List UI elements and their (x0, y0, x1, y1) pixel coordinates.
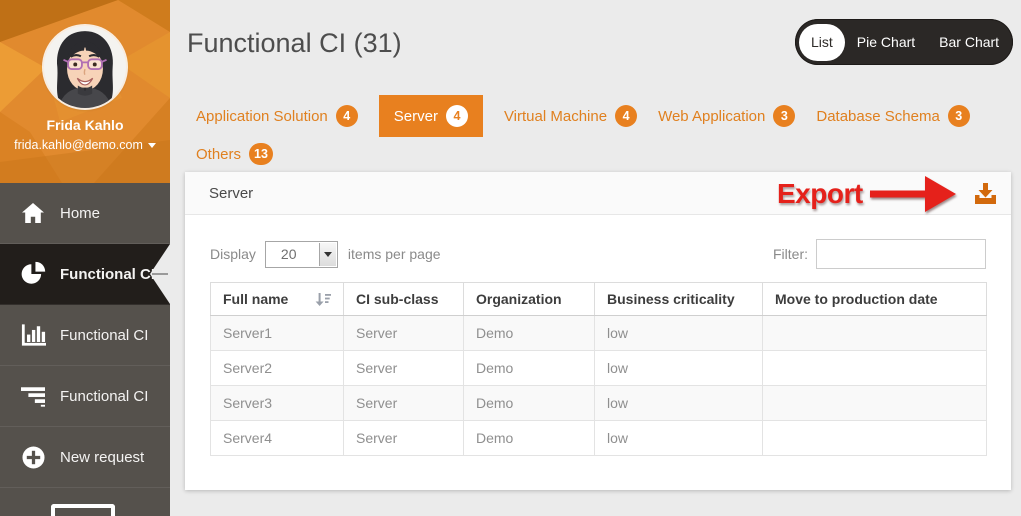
sidebar-menu: Home Functional CI (0, 183, 170, 488)
count-badge: 4 (336, 105, 358, 127)
plus-circle-icon (15, 446, 51, 469)
panel-title: Server (209, 185, 253, 202)
download-icon (975, 183, 996, 204)
count-badge: 4 (446, 105, 468, 127)
ci-sub-class-cell: Server (344, 421, 464, 456)
move-to-production-date-cell (763, 421, 987, 456)
red-arrow-icon (870, 174, 958, 214)
count-badge: 4 (615, 105, 637, 127)
move-to-production-date-cell (763, 351, 987, 386)
sidebar-item-functional-ci-list[interactable]: Functional CI (0, 244, 170, 305)
class-tabs: Application Solution 4 Server 4 Virtual … (196, 95, 1011, 169)
table-row: Server4 Server Demo low (211, 421, 987, 456)
tab-web-application[interactable]: Web Application 3 (658, 95, 795, 137)
server-table: Full name C (210, 282, 987, 456)
organization-link[interactable]: Demo (464, 421, 595, 456)
sidebar-item-label: Functional CI (60, 266, 155, 283)
move-to-production-date-cell (763, 386, 987, 421)
table-row: Server1 Server Demo low (211, 316, 987, 351)
filter-input[interactable] (816, 239, 986, 269)
user-name: Frida Kahlo (0, 117, 170, 133)
funnel-icon (15, 386, 51, 407)
sidebar-item-label: Home (60, 205, 100, 222)
organization-link[interactable]: Demo (464, 351, 595, 386)
column-header-business-criticality[interactable]: Business criticality (595, 283, 763, 316)
per-page-label: items per page (348, 246, 441, 262)
view-toggle-bar-chart[interactable]: Bar Chart (927, 24, 1011, 61)
ci-sub-class-cell: Server (344, 351, 464, 386)
sidebar-item-label: New request (60, 449, 144, 466)
sidebar-item-new-request[interactable]: New request (0, 427, 170, 488)
count-badge: 3 (948, 105, 970, 127)
column-header-organization[interactable]: Organization (464, 283, 595, 316)
sidebar-item-home[interactable]: Home (0, 183, 170, 244)
tab-database-schema[interactable]: Database Schema 3 (816, 95, 969, 137)
full-name-link[interactable]: Server2 (211, 351, 344, 386)
table-row: Server2 Server Demo low (211, 351, 987, 386)
full-name-link[interactable]: Server4 (211, 421, 344, 456)
table-row: Server3 Server Demo low (211, 386, 987, 421)
business-criticality-cell: low (595, 316, 763, 351)
table-controls: Display 20 items per page Filter: (210, 239, 986, 269)
full-name-link[interactable]: Server1 (211, 316, 344, 351)
tab-virtual-machine[interactable]: Virtual Machine 4 (504, 95, 637, 137)
organization-link[interactable]: Demo (464, 316, 595, 351)
user-panel: Frida Kahlo frida.kahlo@demo.com (0, 0, 170, 183)
panel-header: Server Export (185, 172, 1011, 215)
home-icon (15, 202, 51, 224)
table-header-row: Full name C (211, 283, 987, 316)
sidebar: Frida Kahlo frida.kahlo@demo.com Home Fu… (0, 0, 170, 516)
business-criticality-cell: low (595, 386, 763, 421)
main-content: Functional CI (31) List Pie Chart Bar Ch… (170, 0, 1021, 516)
export-annotation-label: Export (777, 178, 863, 210)
panel-body: Display 20 items per page Filter: (185, 215, 1011, 456)
count-badge: 13 (249, 143, 273, 165)
caret-down-icon (148, 143, 156, 148)
sort-icon (315, 292, 331, 307)
full-name-link[interactable]: Server3 (211, 386, 344, 421)
ci-sub-class-cell: Server (344, 386, 464, 421)
export-download-button[interactable] (975, 183, 996, 208)
page-size-select[interactable]: 20 (265, 241, 338, 268)
tab-others[interactable]: Others 13 (196, 139, 273, 169)
pie-chart-icon (15, 261, 51, 287)
business-criticality-cell: low (595, 351, 763, 386)
select-dropdown-button[interactable] (319, 243, 336, 266)
tab-server[interactable]: Server 4 (379, 95, 483, 137)
view-toggle: List Pie Chart Bar Chart (795, 19, 1013, 65)
move-to-production-date-cell (763, 316, 987, 351)
sidebar-item-label: Functional CI (60, 327, 148, 344)
ci-sub-class-cell: Server (344, 316, 464, 351)
bar-chart-icon (15, 324, 51, 347)
sidebar-item-label: Functional CI (60, 388, 148, 405)
export-annotation: Export (777, 173, 958, 214)
filter-label: Filter: (773, 246, 808, 262)
view-toggle-list[interactable]: List (799, 24, 845, 61)
page-size-value: 20 (281, 246, 297, 262)
page-title: Functional CI (31) (187, 28, 402, 59)
server-panel: Server Export Display (185, 172, 1011, 490)
avatar (44, 26, 126, 108)
user-menu-toggle[interactable]: frida.kahlo@demo.com (0, 138, 170, 152)
organization-link[interactable]: Demo (464, 386, 595, 421)
business-criticality-cell: low (595, 421, 763, 456)
sidebar-item-functional-ci-funnel[interactable]: Functional CI (0, 366, 170, 427)
column-header-move-to-production-date[interactable]: Move to production date (763, 283, 987, 316)
tab-application-solution[interactable]: Application Solution 4 (196, 95, 358, 137)
itop-portal-window: Frida Kahlo frida.kahlo@demo.com Home Fu… (0, 0, 1021, 516)
count-badge: 3 (773, 105, 795, 127)
view-toggle-pie-chart[interactable]: Pie Chart (845, 24, 927, 61)
sidebar-item-functional-ci-bar[interactable]: Functional CI (0, 305, 170, 366)
display-label: Display (210, 246, 256, 262)
document-icon (51, 504, 115, 516)
column-header-ci-sub-class[interactable]: CI sub-class (344, 283, 464, 316)
caret-down-icon (324, 252, 332, 257)
column-header-full-name[interactable]: Full name (211, 283, 344, 316)
